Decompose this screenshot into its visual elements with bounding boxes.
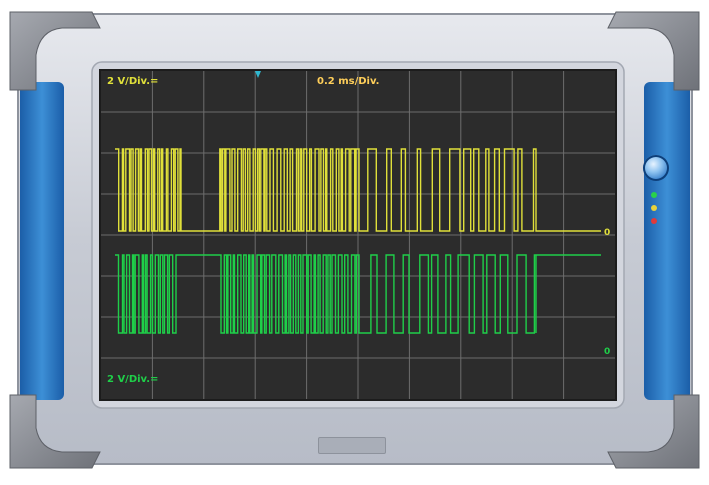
- channel2-ground-marker: 0: [604, 347, 611, 357]
- channel1-scale-label: 2 V/Div.=: [107, 76, 159, 87]
- waveform-display: [101, 71, 615, 399]
- timebase-label: 0.2 ms/Div.: [317, 76, 380, 87]
- status-led-green: [651, 192, 657, 198]
- trigger-arrow-icon: [255, 71, 261, 78]
- power-icon[interactable]: [643, 155, 669, 181]
- bottom-connector-slot: [318, 437, 386, 454]
- oscilloscope-screen: 2 V/Div.= 0.2 ms/Div. 2 V/Div.= 0 0: [101, 71, 615, 399]
- status-led-red: [651, 218, 657, 224]
- channel2-scale-label: 2 V/Div.=: [107, 374, 159, 385]
- channel1-ground-marker: 0: [604, 228, 611, 238]
- status-led-yellow: [651, 205, 657, 211]
